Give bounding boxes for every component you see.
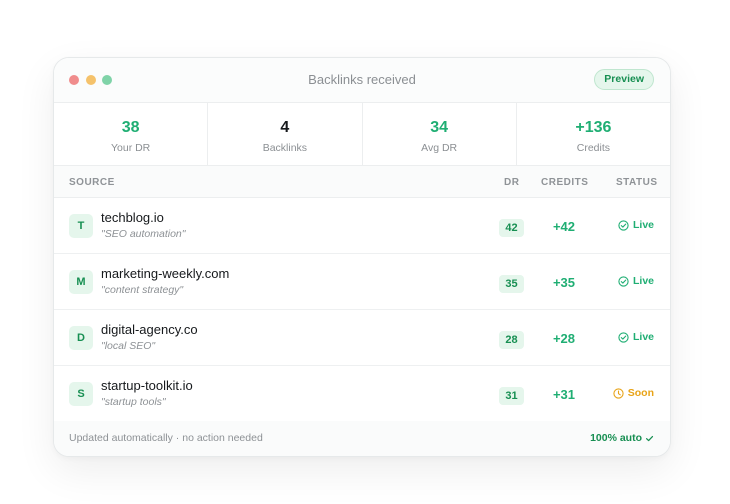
anchor-keyword: "SEO automation" xyxy=(101,228,186,240)
source-avatar: S xyxy=(69,382,93,406)
checkmark-icon xyxy=(645,435,654,441)
stat-credits: +136 Credits xyxy=(517,103,670,165)
window-title: Backlinks received xyxy=(308,72,416,87)
dr-badge: 31 xyxy=(499,387,524,405)
check-circle-icon xyxy=(618,219,629,231)
check-circle-icon xyxy=(618,331,629,343)
table-row[interactable]: D digital-agency.co "local SEO" 28 +28 L… xyxy=(54,310,670,366)
dr-badge: 35 xyxy=(499,275,524,293)
update-note: Updated automatically · no action needed xyxy=(69,432,263,444)
stats-bar: 38 Your DR 4 Backlinks 34 Avg DR +136 Cr… xyxy=(54,103,670,166)
status-label: Soon xyxy=(627,387,654,399)
column-header-status[interactable]: STATUS xyxy=(616,177,658,188)
check-circle-icon xyxy=(618,275,629,287)
column-header-credits[interactable]: CREDITS xyxy=(541,177,588,188)
source-avatar: D xyxy=(69,326,93,350)
backlinks-card: Backlinks received Preview 38 Your DR 4 … xyxy=(53,57,671,457)
column-header-dr[interactable]: DR xyxy=(504,177,519,188)
stat-your-dr: 38 Your DR xyxy=(54,103,209,165)
dr-badge: 42 xyxy=(499,219,524,237)
clock-icon xyxy=(613,387,624,399)
stat-label: Your DR xyxy=(110,142,151,154)
dr-badge: 28 xyxy=(499,331,524,349)
credits-value: +42 xyxy=(552,219,576,234)
table-row[interactable]: S startup-toolkit.io "startup tools" 31 … xyxy=(54,366,670,422)
anchor-keyword: "content strategy" xyxy=(101,284,184,296)
column-header-source[interactable]: SOURCE xyxy=(69,177,115,188)
status-label: Live xyxy=(632,331,654,343)
source-avatar: T xyxy=(69,214,93,238)
stat-value: 34 xyxy=(430,119,449,136)
source-domain[interactable]: startup-toolkit.io xyxy=(101,378,193,393)
auto-label: 100% auto xyxy=(590,432,642,444)
stat-backlinks: 4 Backlinks xyxy=(208,103,363,165)
anchor-keyword: "local SEO" xyxy=(101,340,156,352)
status-live: Live xyxy=(618,331,654,343)
stat-value: +136 xyxy=(575,119,612,136)
status-label: Live xyxy=(632,219,654,231)
auto-indicator: 100% auto xyxy=(590,432,654,444)
credits-value: +31 xyxy=(552,387,576,402)
status-live: Live xyxy=(618,275,654,287)
preview-badge: Preview xyxy=(594,69,654,90)
table-row[interactable]: T techblog.io "SEO automation" 42 +42 Li… xyxy=(54,198,670,254)
card-footer: Updated automatically · no action needed… xyxy=(54,421,670,456)
stat-value: 38 xyxy=(121,119,140,136)
table-header: SOURCE DR CREDITS STATUS xyxy=(54,166,670,198)
window-titlebar: Backlinks received Preview xyxy=(54,58,670,103)
status-label: Live xyxy=(632,275,654,287)
source-domain[interactable]: techblog.io xyxy=(101,210,164,225)
status-live: Live xyxy=(618,219,654,231)
credits-value: +28 xyxy=(552,331,576,346)
anchor-keyword: "startup tools" xyxy=(101,396,166,408)
stat-avg-dr: 34 Avg DR xyxy=(363,103,517,165)
stat-label: Backlinks xyxy=(262,142,308,154)
table-row[interactable]: M marketing-weekly.com "content strategy… xyxy=(54,254,670,310)
credits-value: +35 xyxy=(552,275,576,290)
stat-label: Avg DR xyxy=(421,142,458,154)
source-domain[interactable]: marketing-weekly.com xyxy=(101,266,229,281)
status-soon: Soon xyxy=(613,387,654,399)
stat-label: Credits xyxy=(576,142,610,154)
source-domain[interactable]: digital-agency.co xyxy=(101,322,198,337)
stat-value: 4 xyxy=(280,119,290,136)
source-avatar: M xyxy=(69,270,93,294)
